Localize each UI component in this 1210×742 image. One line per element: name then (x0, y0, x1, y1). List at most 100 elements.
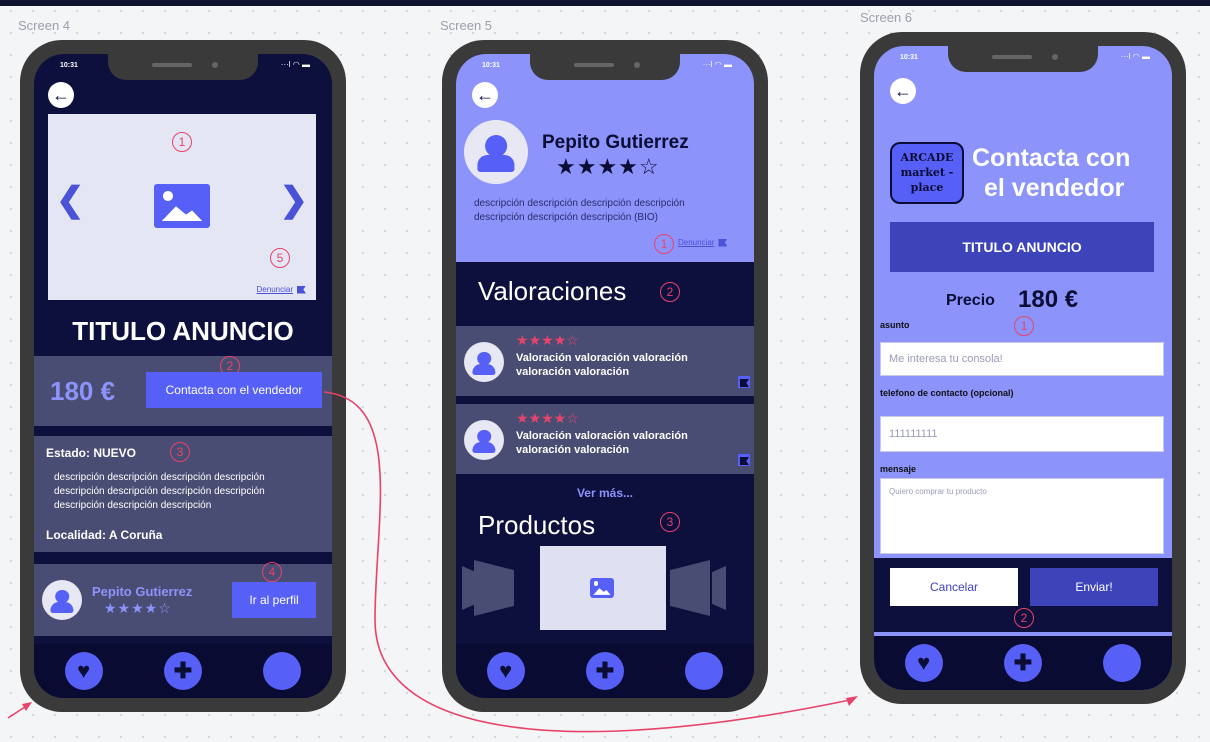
add-plus-icon[interactable]: ✚ (1003, 644, 1042, 682)
user-avatar (464, 120, 528, 184)
seller-rating-stars: ★★★★☆ (104, 600, 172, 616)
message-label: mensaje (880, 464, 917, 474)
review-text-line-2: valoración valoración (516, 444, 630, 456)
back-arrow-icon[interactable]: ← (472, 82, 498, 108)
screen-6-display: 10:31 ···l ◠ ▬ ← ARCADE market - place C… (874, 46, 1172, 690)
phone-screen-5: 10:31 ···l ◠ ▬ ← Pepito Gutierrez ★★★★☆ … (442, 40, 768, 712)
price-value: 180 € (1018, 286, 1079, 313)
seller-avatar (42, 580, 82, 620)
review-text-line-1: Valoración valoración valoración (516, 430, 688, 442)
status-icons: ···l ◠ ▬ (702, 60, 732, 69)
profile-user-icon[interactable] (1103, 644, 1142, 682)
seller-panel: Pepito Gutierrez ★★★★☆ 4 Ir al perfil (34, 562, 332, 636)
see-more-link[interactable]: Ver más... (456, 486, 754, 500)
reviews-title: Valoraciones (478, 276, 627, 306)
item-location: Localidad: A Coruña (46, 528, 163, 542)
report-link[interactable]: Denunciar (678, 238, 728, 247)
review-text-line-2: valoración valoración (516, 366, 630, 378)
product-next-card[interactable] (670, 560, 710, 616)
bio-line-1: descripción descripción descripción desc… (474, 198, 685, 209)
seller-name[interactable]: Pepito Gutierrez (92, 584, 192, 599)
profile-user-icon[interactable] (685, 652, 724, 690)
send-button[interactable]: Enviar! (1030, 568, 1158, 606)
item-condition: Estado: NUEVO (46, 446, 137, 460)
profile-user-icon[interactable] (263, 652, 302, 690)
description-line-2: descripción descripción descripción desc… (54, 486, 265, 497)
contact-seller-button[interactable]: Contacta con el vendedor (146, 372, 322, 408)
status-icons: ···l ◠ ▬ (280, 60, 310, 69)
phone-notch (948, 46, 1098, 72)
add-plus-icon[interactable]: ✚ (163, 652, 202, 690)
bottom-nav: ♥ ✚ (874, 636, 1172, 690)
back-arrow-icon[interactable]: ← (48, 82, 74, 108)
bio-line-2: descripción descripción descripción (BIO… (474, 212, 658, 223)
product-main-card[interactable] (540, 546, 666, 630)
image-placeholder-icon (154, 184, 210, 228)
carousel-prev-icon[interactable]: ❮ (56, 180, 85, 220)
annotation-3: 3 (660, 512, 680, 532)
screen-4-display: 10:31 ···l ◠ ▬ ← 1 ❮ ❯ 5 Denunciar TITUL… (34, 54, 332, 698)
logo-line-2: market - (900, 166, 954, 179)
annotation-3: 3 (170, 442, 190, 462)
report-review-flag-icon[interactable] (738, 454, 750, 466)
flag-icon (297, 285, 306, 294)
bottom-nav: ♥ ✚ (456, 644, 754, 698)
page-title-line-2: el vendedor (984, 174, 1125, 202)
products-carousel (456, 546, 754, 630)
ad-title-box: TITULO ANUNCIO (890, 222, 1154, 272)
canvas-top-bar (0, 0, 1210, 6)
product-prev-card-small (462, 566, 476, 610)
favorites-heart-icon[interactable]: ♥ (904, 644, 943, 682)
report-link[interactable]: Denunciar (257, 285, 306, 294)
description-line-3: descripción descripción descripción (54, 500, 212, 511)
status-time: 10:31 (60, 62, 78, 69)
annotation-2: 2 (660, 282, 680, 302)
review-card-1: ★★★★☆ Valoración valoración valoración v… (456, 326, 754, 396)
page-title-line-1: Contacta con (972, 144, 1131, 172)
annotation-5: 5 (270, 248, 290, 268)
carousel-next-icon[interactable]: ❯ (280, 180, 309, 220)
annotation-1: 1 (1014, 316, 1034, 336)
add-plus-icon[interactable]: ✚ (585, 652, 624, 690)
phone-screen-6: 10:31 ···l ◠ ▬ ← ARCADE market - place C… (860, 32, 1186, 704)
status-time: 10:31 (900, 54, 918, 61)
price-panel: 180 € 2 Contacta con el vendedor (34, 356, 332, 426)
reviewer-avatar (464, 342, 504, 382)
review-stars: ★★★★☆ (516, 332, 579, 348)
product-prev-card[interactable] (474, 560, 514, 616)
subject-label: asunto (880, 320, 910, 330)
annotation-4: 4 (262, 562, 282, 582)
details-panel: Estado: NUEVO 3 descripción descripción … (34, 436, 332, 552)
phone-notch (530, 54, 680, 80)
product-next-card-small (712, 566, 726, 610)
go-to-profile-button[interactable]: Ir al perfil (232, 582, 316, 618)
favorites-heart-icon[interactable]: ♥ (486, 652, 525, 690)
subject-field[interactable]: Me interesa tu consola! (880, 342, 1164, 376)
reviewer-avatar (464, 420, 504, 460)
annotation-2: 2 (1014, 608, 1034, 628)
logo-line-1: ARCADE (900, 151, 954, 164)
message-textarea[interactable]: Quiero comprar tu producto (880, 478, 1164, 554)
flag-icon (718, 238, 728, 247)
screen-4-label: Screen 4 (18, 18, 71, 33)
user-name: Pepito Gutierrez (542, 132, 689, 153)
product-image-icon (590, 578, 614, 598)
favorites-heart-icon[interactable]: ♥ (64, 652, 103, 690)
report-review-flag-icon[interactable] (738, 376, 750, 388)
back-arrow-icon[interactable]: ← (890, 78, 916, 104)
report-label: Denunciar (678, 238, 715, 247)
review-card-2: ★★★★☆ Valoración valoración valoración v… (456, 404, 754, 474)
status-icons: ···l ◠ ▬ (1120, 52, 1150, 61)
annotation-1: 1 (654, 234, 674, 254)
phone-label: telefono de contacto (opcional) (880, 388, 1014, 398)
phone-field[interactable]: 111111111 (880, 416, 1164, 452)
report-label: Denunciar (256, 285, 293, 294)
ad-title: TITULO ANUNCIO (72, 316, 294, 346)
screen-5-display: 10:31 ···l ◠ ▬ ← Pepito Gutierrez ★★★★☆ … (456, 54, 754, 698)
description-line-1: descripción descripción descripción desc… (54, 472, 265, 483)
phone-screen-4: 10:31 ···l ◠ ▬ ← 1 ❮ ❯ 5 Denunciar TITUL… (20, 40, 346, 712)
phone-notch (108, 54, 258, 80)
products-title: Productos (478, 510, 596, 540)
cancel-button[interactable]: Cancelar (890, 568, 1018, 606)
review-text-line-1: Valoración valoración valoración (516, 352, 688, 364)
